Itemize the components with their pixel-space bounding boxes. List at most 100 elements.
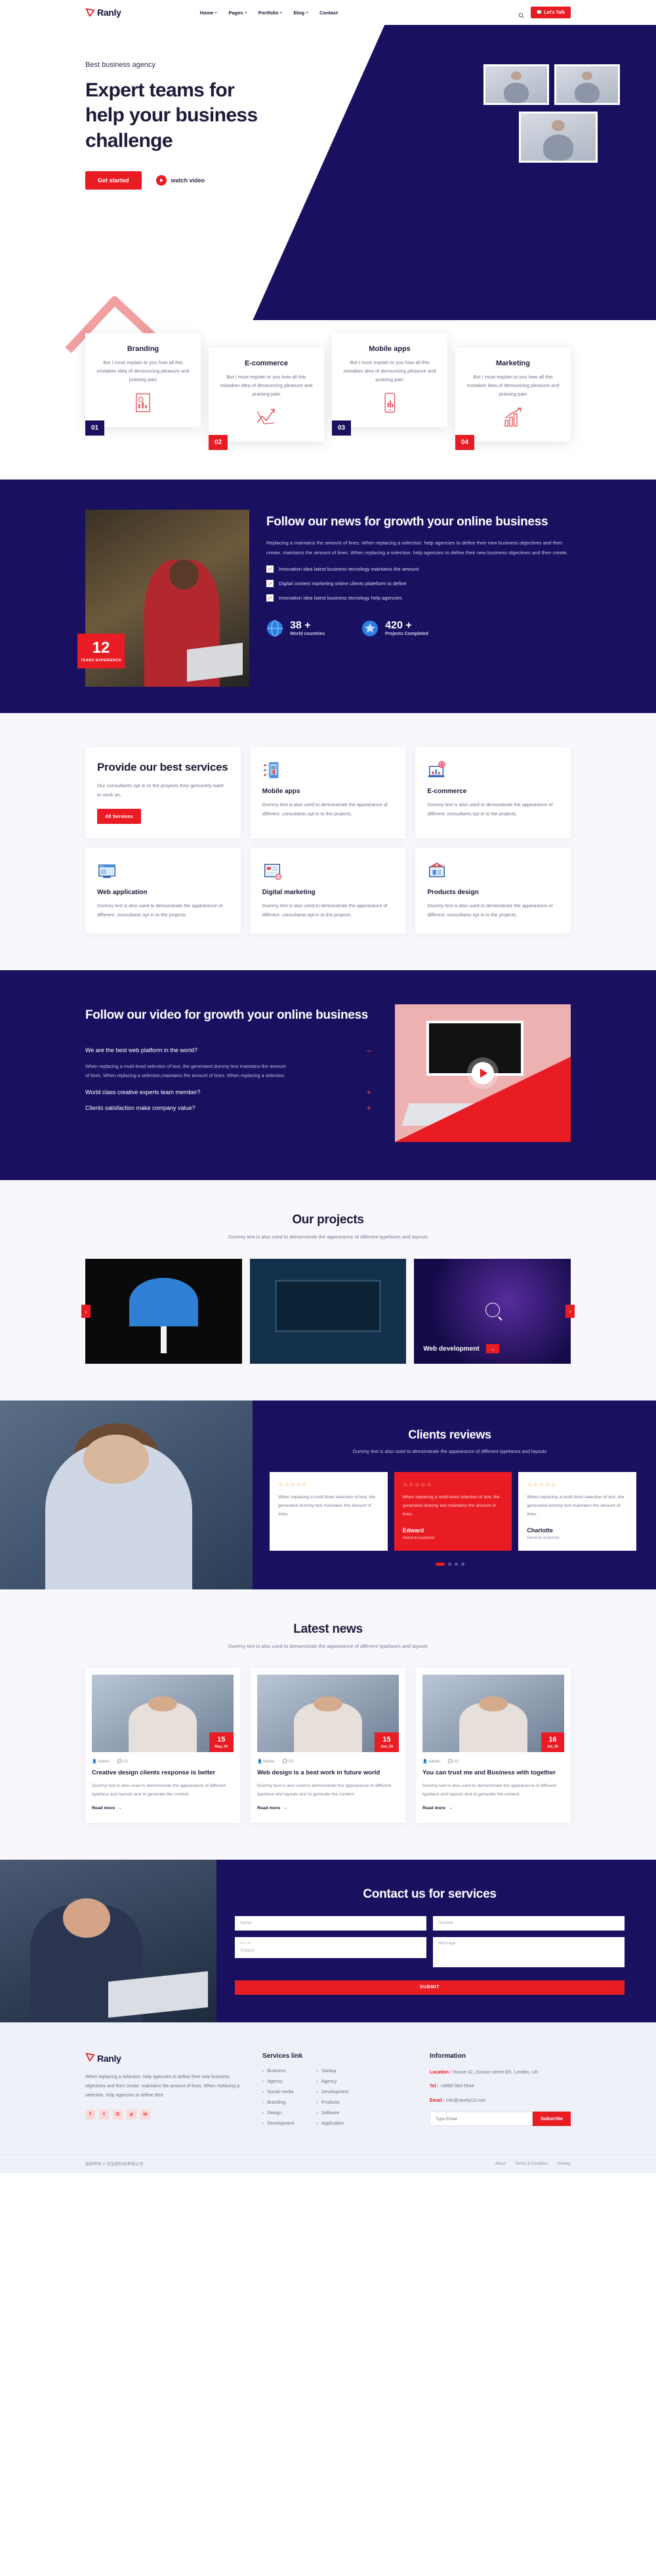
project-card-3[interactable]: Web development → — [414, 1259, 571, 1364]
footer-link[interactable]: › Products — [317, 2100, 349, 2105]
plus-icon[interactable]: + — [367, 1088, 371, 1096]
news-card-image: 15 Jun, 20 — [257, 1674, 399, 1752]
watch-video-button[interactable]: watch video — [155, 175, 205, 186]
nav-item-contact[interactable]: Contact — [319, 10, 338, 16]
read-more-link[interactable]: Read more → — [92, 1806, 122, 1810]
provide-card-products-design[interactable]: Products design Dummy text is also used … — [415, 848, 571, 934]
nav-item-portfolio[interactable]: Portfolio — [258, 10, 283, 16]
provide-card-digital-marketing[interactable]: Digital marketing Dummy text is also use… — [250, 848, 406, 934]
carousel-dot[interactable] — [461, 1562, 464, 1566]
social-icon-f[interactable]: f — [85, 2109, 95, 2119]
accordion-item[interactable]: Clients satisfaction make company value?… — [85, 1096, 371, 1112]
plus-icon[interactable]: + — [367, 1104, 371, 1112]
footer-link[interactable]: › Development — [317, 2090, 349, 2095]
ecommerce-chart-icon: $ — [427, 760, 447, 780]
accordion-item[interactable]: World class creative experts team member… — [85, 1080, 371, 1096]
zoom-search-icon[interactable] — [485, 1303, 500, 1318]
service-card-e-commerce[interactable]: E-commerce But I must explain to you how… — [209, 348, 324, 451]
footer-link[interactable]: › Development — [262, 2121, 295, 2126]
footer-link[interactable]: › Design — [262, 2111, 295, 2116]
contact-subject-input[interactable] — [235, 1943, 426, 1958]
minus-icon[interactable]: – — [367, 1046, 371, 1054]
nav-label: Blog — [293, 9, 305, 16]
footer-link[interactable]: › Agency — [317, 2079, 349, 2084]
news-card[interactable]: 16 Jul, 20 👤 Admin 💬 02 You can trust me… — [416, 1667, 571, 1823]
all-services-button[interactable]: All Services — [97, 809, 141, 825]
service-card-number: 01 — [85, 420, 105, 436]
accordion-header[interactable]: Clients satisfaction make company value?… — [85, 1104, 371, 1112]
clients-reviews-section: Clients reviews Dummy text is also used … — [0, 1400, 656, 1589]
service-card-number: 02 — [209, 435, 228, 451]
read-more-link[interactable]: Read more → — [422, 1806, 453, 1810]
location-label: Location : — [430, 2070, 452, 2075]
service-card-marketing[interactable]: Marketing But I must explain to you how … — [455, 348, 571, 451]
news-day: 16 — [548, 1735, 557, 1744]
provide-card-mobile-apps[interactable]: AD Mobile apps Dummy text is also used t… — [250, 747, 406, 839]
accordion-item[interactable]: We are the best web platform in the worl… — [85, 1038, 371, 1080]
subscribe-input[interactable] — [430, 2112, 533, 2127]
accordion-question: Clients satisfaction make company value? — [85, 1105, 195, 1112]
get-started-button[interactable]: Get started — [85, 171, 142, 190]
news-card-title: Creative design clients response is bett… — [92, 1768, 215, 1776]
carousel-dot[interactable] — [435, 1562, 445, 1566]
social-icon-in[interactable]: in — [140, 2109, 150, 2119]
carousel-dot[interactable] — [447, 1562, 451, 1566]
service-card-text: But I must explain to you how all this m… — [220, 374, 313, 398]
subscribe-button[interactable]: Subscribe — [533, 2112, 571, 2127]
social-icon-G[interactable]: G — [113, 2109, 123, 2119]
contact-name-input[interactable] — [235, 1915, 426, 1931]
footer-bottom-link[interactable]: Terms & Condition — [515, 2161, 548, 2166]
provide-card-e-commerce[interactable]: $ E-commerce Dummy text is also used to … — [415, 747, 571, 839]
reviewer-name: Edward — [402, 1526, 424, 1534]
service-card-branding[interactable]: Branding But I must explain to you how a… — [85, 333, 201, 436]
footer-logo[interactable]: Ranly — [85, 2053, 243, 2065]
provide-card-text: Dummy text is also used to demonstrate t… — [262, 802, 388, 817]
footer-email: Email : info@ranely13.com — [430, 2097, 571, 2105]
accordion-header[interactable]: World class creative experts team member… — [85, 1088, 371, 1096]
feature-check-label: Digital content marketing online clients… — [279, 580, 407, 586]
footer-bottom-link[interactable]: About — [495, 2161, 506, 2166]
social-icon-t[interactable]: t — [99, 2109, 109, 2119]
brand-logo[interactable]: Ranly — [85, 7, 121, 18]
service-card-icon — [255, 406, 277, 428]
projects-prev-button[interactable]: ‹ — [81, 1305, 91, 1319]
provide-card-web-application[interactable]: Web application Dummy text is also used … — [85, 848, 241, 934]
contact-number-input[interactable] — [433, 1915, 625, 1931]
review-text: When replacing a multi-lined selection o… — [278, 1494, 376, 1517]
footer-link[interactable]: › Software — [317, 2111, 349, 2116]
project-card-1[interactable] — [85, 1259, 242, 1364]
footer-brand-name: Ranly — [97, 2053, 121, 2064]
footer-link[interactable]: › Business — [262, 2069, 295, 2074]
contact-title: Contact us for services — [363, 1887, 497, 1901]
location-value: House-32, Zonson street-3/5, London, UK — [453, 2070, 539, 2075]
stat-item: 420 + Projects Completed — [361, 620, 428, 637]
nav-item-blog[interactable]: Blog — [293, 9, 309, 16]
news-card[interactable]: 15 Jun, 20 👤 Admin 💬 02 Web design is a … — [251, 1667, 405, 1823]
footer-link[interactable]: › Branding — [262, 2100, 295, 2105]
carousel-dot[interactable] — [454, 1562, 458, 1566]
search-icon[interactable] — [518, 10, 524, 18]
contact-message-textarea[interactable] — [433, 1936, 625, 1967]
video-thumbnail[interactable] — [395, 1004, 571, 1143]
video-play-icon[interactable] — [472, 1062, 494, 1085]
nav-item-home[interactable]: Home — [200, 10, 218, 16]
project-card-2[interactable] — [249, 1259, 407, 1364]
read-more-link[interactable]: Read more → — [257, 1806, 287, 1810]
email-label: Email : — [430, 2098, 445, 2104]
footer-link[interactable]: › Social media — [262, 2090, 295, 2095]
service-card-mobile-apps[interactable]: Mobile apps But I must explain to you ho… — [332, 333, 447, 436]
footer-link[interactable]: › Agency — [262, 2079, 295, 2084]
stat-number: 420 + — [385, 620, 412, 632]
footer-link[interactable]: › Application — [317, 2121, 349, 2126]
news-card[interactable]: 15 May, 20 👤 Admin 💬 02 Creative design … — [85, 1667, 240, 1823]
accordion-header[interactable]: We are the best web platform in the worl… — [85, 1046, 371, 1054]
lets-talk-button[interactable]: 💬 Let's Talk — [530, 7, 571, 18]
nav-item-pages[interactable]: Pages — [228, 10, 247, 16]
footer-link[interactable]: › Startup — [317, 2069, 349, 2074]
project-arrow-icon[interactable]: → — [485, 1344, 499, 1354]
chevron-right-icon: › — [262, 2121, 264, 2126]
contact-submit-button[interactable]: SUBMIT — [235, 1980, 625, 1995]
social-icon-p[interactable]: p — [127, 2109, 136, 2119]
footer-bottom-link[interactable]: Privacy — [558, 2161, 571, 2166]
projects-next-button[interactable]: › — [565, 1305, 575, 1319]
